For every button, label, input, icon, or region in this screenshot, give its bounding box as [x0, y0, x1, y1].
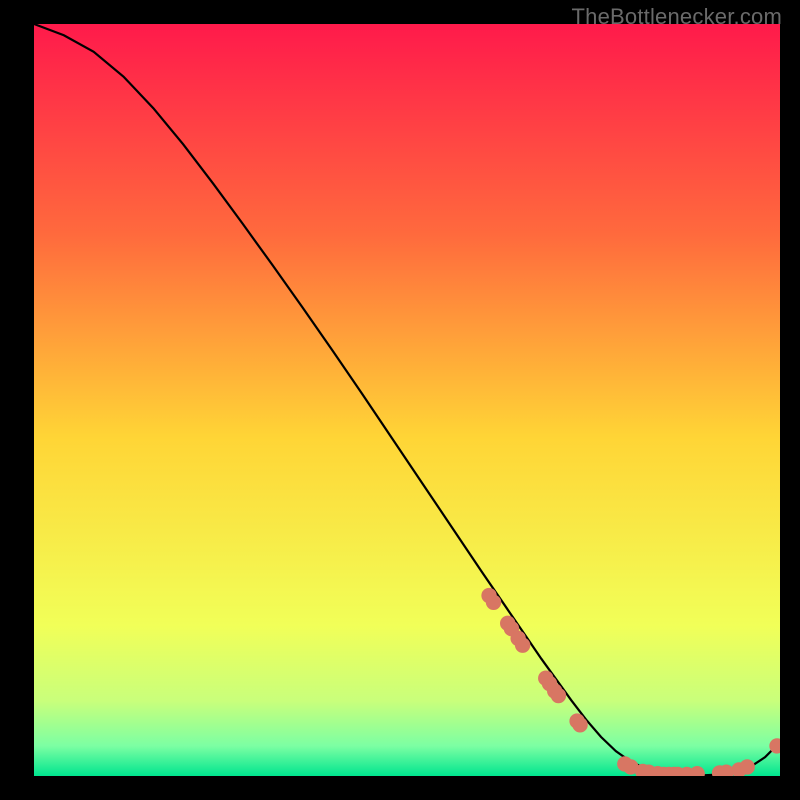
- data-marker: [690, 767, 704, 776]
- data-marker: [770, 739, 780, 753]
- chart-stage: TheBottlenecker.com: [0, 0, 800, 800]
- data-marker: [740, 760, 754, 774]
- data-marker: [573, 718, 587, 732]
- data-marker: [551, 688, 565, 702]
- chart-svg: [34, 24, 780, 776]
- gradient-background: [34, 24, 780, 776]
- watermark-text: TheBottlenecker.com: [572, 4, 782, 30]
- data-marker: [515, 638, 529, 652]
- data-marker: [486, 595, 500, 609]
- plot-area: [34, 24, 780, 776]
